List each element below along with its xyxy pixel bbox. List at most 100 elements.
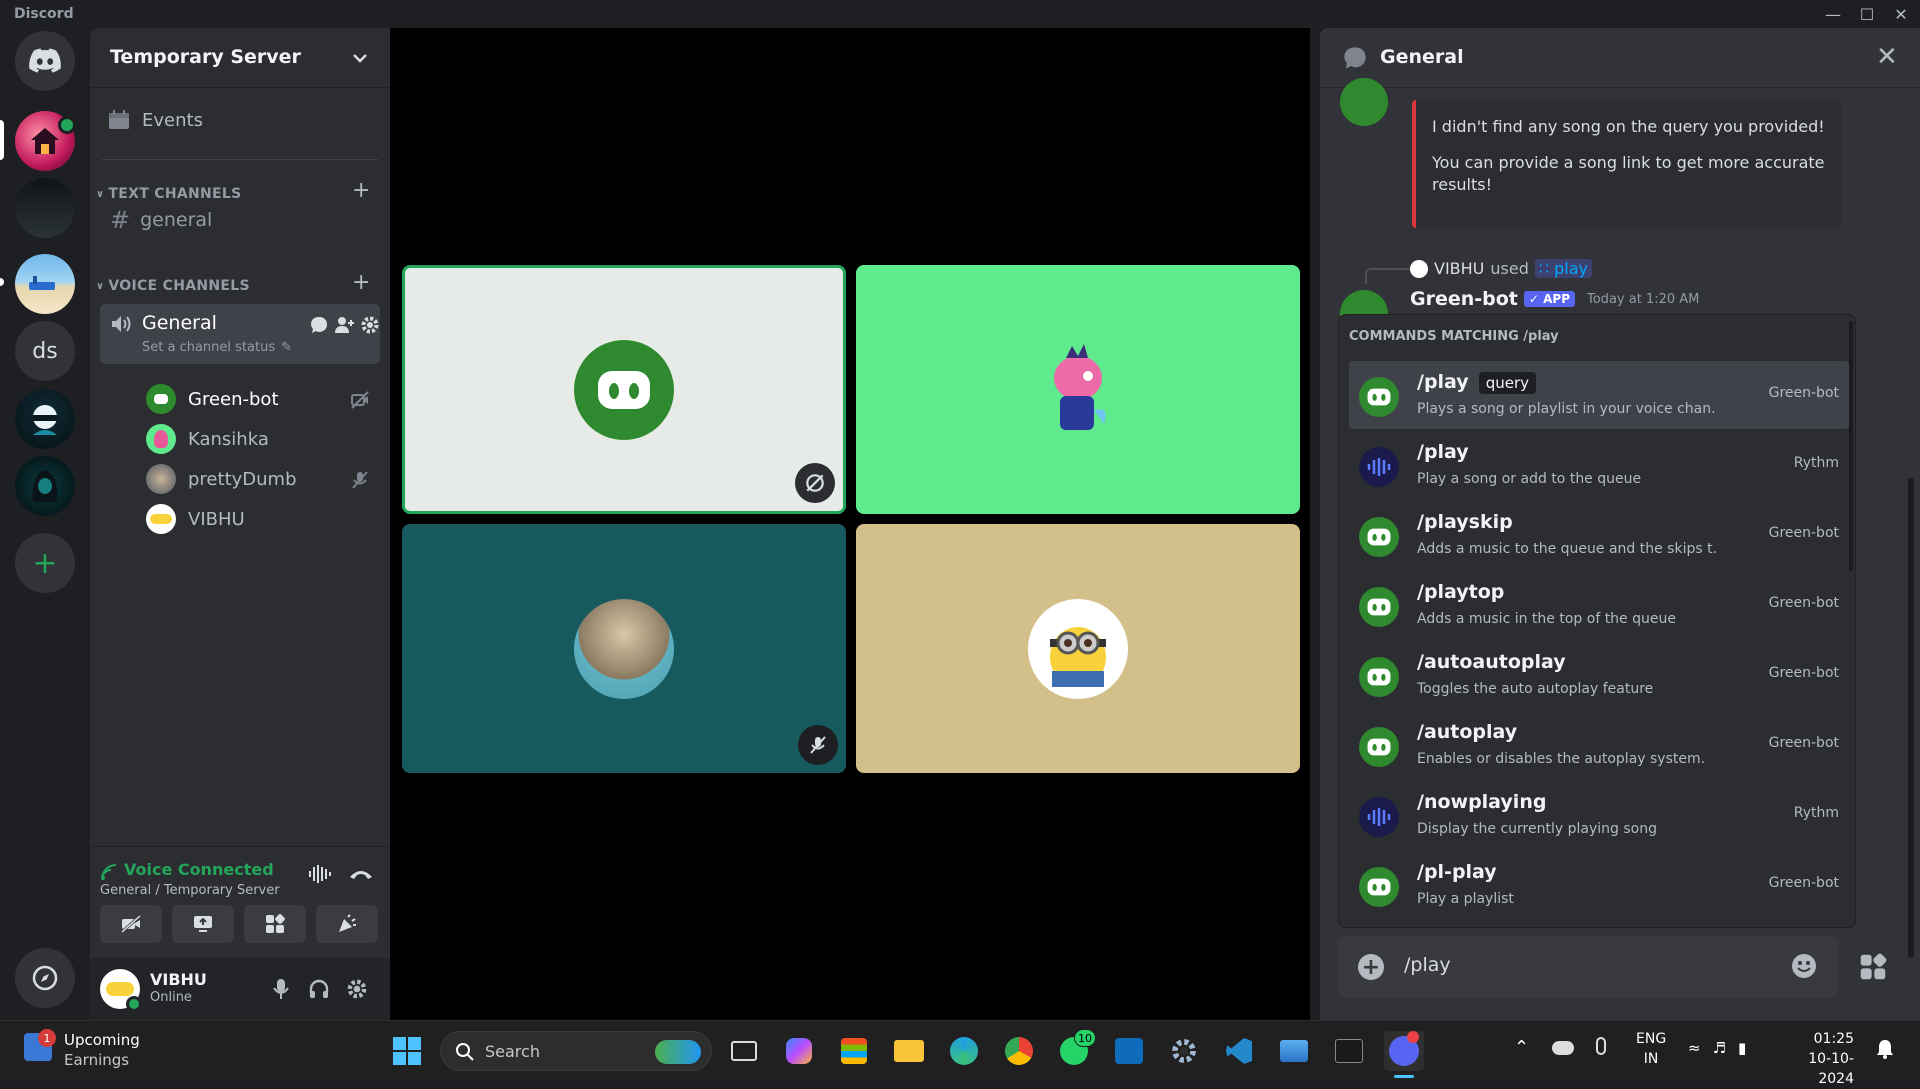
chat-scrollbar[interactable] bbox=[1908, 478, 1914, 958]
channel-general-voice[interactable]: General Set a channel status ✎ bbox=[100, 304, 380, 364]
gear-icon[interactable] bbox=[360, 315, 380, 335]
camera-off-icon bbox=[121, 914, 141, 934]
direct-messages-button[interactable] bbox=[15, 31, 75, 91]
video-tile-vibhu[interactable] bbox=[856, 524, 1300, 773]
system-tray[interactable]: ≈ ♬ ▮ bbox=[1688, 1039, 1746, 1057]
discover-button[interactable] bbox=[15, 948, 75, 1008]
server-beach-icon[interactable] bbox=[15, 254, 75, 314]
chrome-icon[interactable] bbox=[999, 1031, 1039, 1071]
voice-channels-header[interactable]: ∨ VOICE CHANNELS bbox=[96, 278, 250, 294]
voice-chat-panel: General ✕ I didn't find any song on the … bbox=[1320, 28, 1920, 1020]
remote-desktop-icon[interactable] bbox=[1274, 1031, 1314, 1071]
voice-member[interactable]: Green-bot bbox=[146, 381, 279, 417]
settings-icon[interactable] bbox=[1164, 1031, 1204, 1071]
channel-status-button[interactable]: Set a channel status ✎ bbox=[142, 340, 292, 355]
command-mention-label: play bbox=[1554, 259, 1589, 278]
author-name[interactable]: Green-bot bbox=[1410, 288, 1518, 310]
command-mention[interactable]: ∷ play bbox=[1534, 259, 1593, 278]
edge-icon[interactable] bbox=[944, 1031, 984, 1071]
invite-icon[interactable] bbox=[335, 316, 355, 334]
show-hidden-icons-button[interactable]: ⌃ bbox=[1514, 1037, 1529, 1058]
minimize-button[interactable]: — bbox=[1816, 0, 1850, 28]
close-window-button[interactable]: ✕ bbox=[1884, 0, 1918, 28]
chat-bubble-icon[interactable] bbox=[310, 316, 328, 334]
channel-general-text[interactable]: # general bbox=[110, 202, 378, 238]
attach-button[interactable]: + bbox=[1358, 954, 1384, 980]
message-input[interactable]: /play bbox=[1404, 954, 1451, 976]
green-bot-avatar bbox=[1359, 517, 1399, 557]
interaction-user[interactable]: VIBHU bbox=[1434, 259, 1484, 278]
command-option[interactable]: /autoautoplay Toggles the auto autoplay f… bbox=[1349, 641, 1849, 709]
command-source: Green-bot bbox=[1768, 525, 1839, 541]
close-chat-button[interactable]: ✕ bbox=[1876, 42, 1898, 72]
voice-member[interactable]: VIBHU bbox=[146, 501, 245, 537]
start-button[interactable] bbox=[387, 1031, 427, 1071]
emoji-icon[interactable] bbox=[1790, 952, 1818, 980]
voice-member[interactable]: prettyDumb bbox=[146, 461, 297, 497]
interaction-used: used bbox=[1490, 259, 1529, 278]
events-item[interactable]: Events bbox=[108, 102, 378, 138]
message-composer[interactable]: + /play bbox=[1338, 936, 1838, 998]
green-bot-avatar bbox=[1359, 657, 1399, 697]
command-option[interactable]: /play Play a song or add to the queue Ryth… bbox=[1349, 431, 1849, 499]
embed-line: You can provide a song link to get more … bbox=[1432, 153, 1825, 194]
volume-icon: ♬ bbox=[1712, 1039, 1727, 1057]
unread-indicator bbox=[0, 278, 4, 286]
copilot-icon[interactable] bbox=[779, 1031, 819, 1071]
disconnect-icon[interactable] bbox=[348, 867, 374, 881]
video-tile-kansihka[interactable] bbox=[856, 265, 1300, 514]
onedrive-icon[interactable] bbox=[1552, 1041, 1574, 1055]
command-option[interactable]: /play query Plays a song or playlist in yo… bbox=[1349, 361, 1849, 429]
command-option[interactable]: /pl-play Play a playlist Green-bot bbox=[1349, 851, 1849, 919]
apps-icon[interactable] bbox=[1858, 952, 1888, 982]
scrollbar[interactable] bbox=[1849, 321, 1853, 571]
clock-date: 10-10-2024 bbox=[1808, 1051, 1854, 1087]
file-explorer-icon[interactable] bbox=[889, 1031, 929, 1071]
autocomplete-header: COMMANDS MATCHING /play bbox=[1349, 329, 1559, 344]
clock[interactable]: 01:25 10-10-2024 bbox=[1780, 1029, 1854, 1089]
store-icon[interactable] bbox=[834, 1031, 874, 1071]
taskbar-search[interactable]: Search bbox=[440, 1031, 712, 1071]
command-option[interactable]: /nowplaying Display the currently playing… bbox=[1349, 781, 1849, 849]
chat-header: General ✕ bbox=[1320, 28, 1920, 88]
share-screen-button[interactable] bbox=[172, 905, 234, 943]
avatar bbox=[574, 598, 674, 699]
terminal-icon[interactable] bbox=[1329, 1031, 1369, 1071]
microphone-icon[interactable] bbox=[272, 978, 290, 1000]
settings-gear-icon[interactable] bbox=[346, 978, 368, 1000]
activities-button[interactable] bbox=[244, 905, 306, 943]
widget-subtitle[interactable]: Earnings bbox=[64, 1051, 129, 1069]
command-option[interactable]: /autoplay Enables or disables the autopla… bbox=[1349, 711, 1849, 779]
outlook-icon[interactable] bbox=[1109, 1031, 1149, 1071]
voice-connected-label[interactable]: Voice Connected bbox=[124, 860, 274, 879]
noise-suppression-icon[interactable] bbox=[308, 863, 334, 885]
maximize-button[interactable]: ☐ bbox=[1850, 0, 1884, 28]
voice-member[interactable]: Kansihka bbox=[146, 421, 269, 457]
screen-share-icon bbox=[194, 916, 212, 932]
server-mask-icon[interactable] bbox=[15, 389, 75, 449]
video-tile-green-bot[interactable] bbox=[402, 265, 846, 514]
create-voice-channel-button[interactable]: + bbox=[352, 270, 370, 295]
microphone-tray-icon[interactable] bbox=[1596, 1037, 1606, 1055]
text-channels-header[interactable]: ∨ TEXT CHANNELS bbox=[96, 186, 241, 202]
avatar[interactable] bbox=[1340, 78, 1388, 126]
command-option[interactable]: /playtop Adds a music in the top of the q… bbox=[1349, 571, 1849, 639]
server-ds-icon[interactable]: ds bbox=[15, 321, 75, 381]
headphones-icon[interactable] bbox=[308, 978, 330, 1000]
server-dark-icon[interactable] bbox=[15, 178, 75, 238]
server-hood-icon[interactable] bbox=[15, 456, 75, 516]
timestamp: Today at 1:20 AM bbox=[1587, 291, 1700, 307]
add-server-button[interactable]: + bbox=[15, 533, 75, 593]
notification-bell-icon[interactable] bbox=[1876, 1039, 1894, 1059]
voice-location[interactable]: General / Temporary Server bbox=[100, 883, 280, 898]
camera-button[interactable] bbox=[100, 905, 162, 943]
server-header[interactable]: Temporary Server bbox=[90, 28, 390, 88]
soundboard-button[interactable] bbox=[316, 905, 378, 943]
task-view-icon[interactable] bbox=[724, 1031, 764, 1071]
vscode-icon[interactable] bbox=[1219, 1031, 1259, 1071]
command-option[interactable]: /playskip Adds a music to the queue and t… bbox=[1349, 501, 1849, 569]
create-text-channel-button[interactable]: + bbox=[352, 178, 370, 203]
widget-title[interactable]: Upcoming bbox=[64, 1031, 140, 1049]
language-indicator[interactable]: ENG IN bbox=[1636, 1029, 1666, 1069]
video-tile-prettydumb[interactable] bbox=[402, 524, 846, 773]
